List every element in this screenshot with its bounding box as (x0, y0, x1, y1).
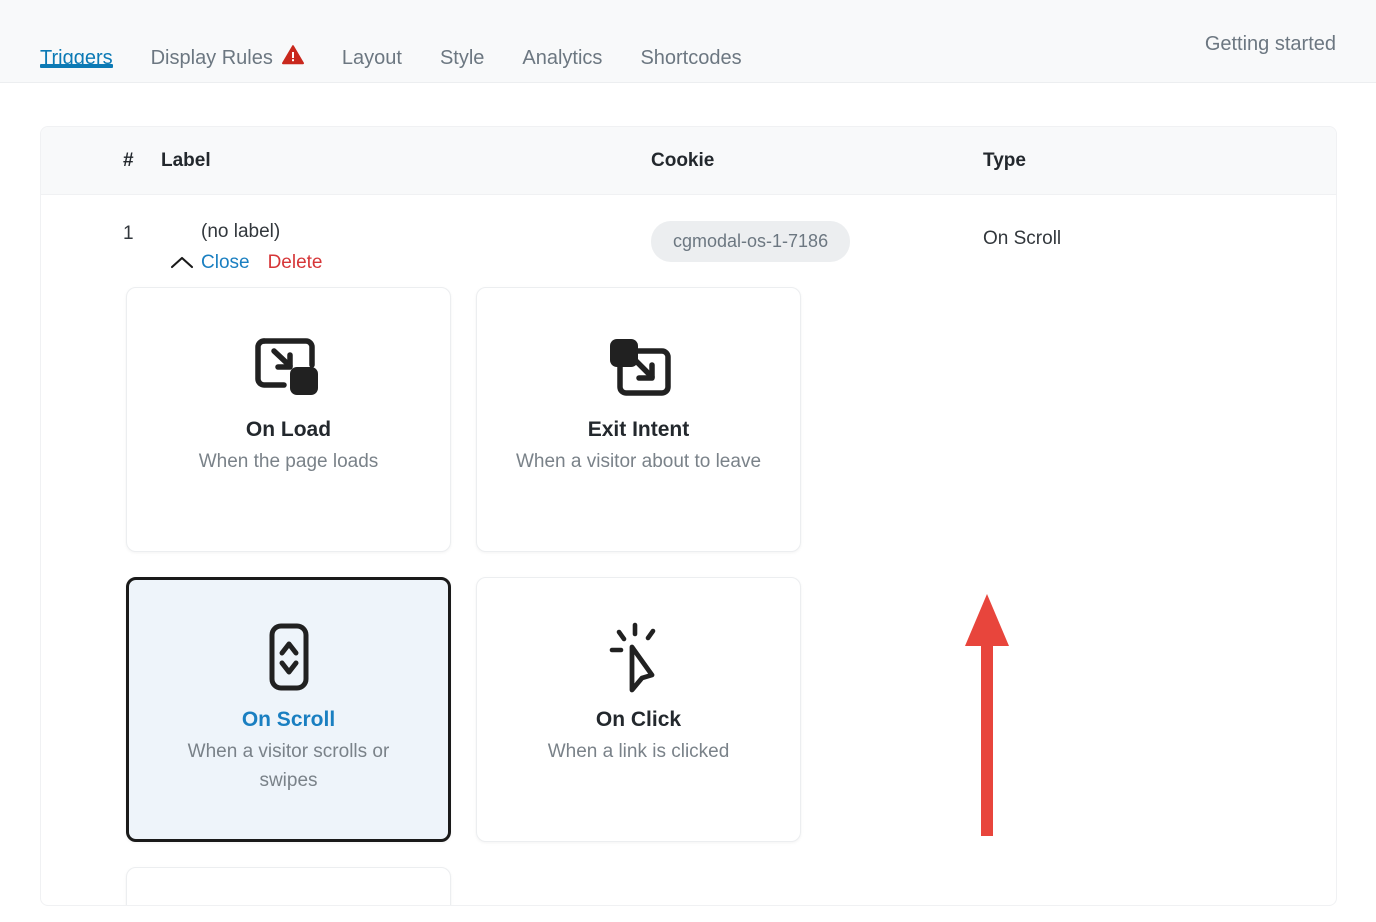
tab-shortcodes-label: Shortcodes (640, 46, 742, 69)
trigger-card-exit-intent[interactable]: Exit Intent When a visitor about to leav… (476, 287, 801, 552)
table-row: 1 (no label) Close Delete cgmodal-os-1-7… (41, 195, 1336, 274)
cursor-click-icon (604, 620, 674, 696)
column-header-label: Label (161, 149, 211, 171)
getting-started-link[interactable]: Getting started (1205, 33, 1336, 56)
trigger-card-on-load[interactable]: On Load When the page loads (126, 287, 451, 552)
top-tab-bar: Triggers Display Rules Layout Style Anal… (0, 0, 1376, 83)
tab-list: Triggers Display Rules Layout Style Anal… (40, 0, 761, 82)
triggers-panel: # Label Cookie Type 1 (no label) Close D… (40, 126, 1337, 906)
close-link[interactable]: Close (201, 252, 250, 274)
tab-layout-label: Layout (341, 46, 402, 69)
trigger-card-description: When a visitor about to leave (515, 451, 762, 472)
column-header-type: Type (983, 149, 1026, 171)
warning-triangle-icon (281, 44, 304, 71)
chevron-up-icon[interactable] (161, 255, 201, 271)
tab-display-rules[interactable]: Display Rules (132, 0, 323, 82)
trigger-card-description: When a link is clicked (547, 741, 730, 762)
row-cookie-cell: cgmodal-os-1-7186 (651, 221, 973, 262)
exit-intent-icon (604, 330, 674, 406)
row-actions: Close Delete (161, 252, 651, 274)
delete-link[interactable]: Delete (268, 252, 323, 274)
tab-style[interactable]: Style (421, 0, 503, 82)
trigger-card-title: On Click (595, 708, 682, 731)
tab-active-underline (40, 64, 113, 68)
cookie-badge: cgmodal-os-1-7186 (651, 221, 851, 262)
column-header-cookie: Cookie (651, 149, 715, 171)
tab-layout[interactable]: Layout (323, 0, 421, 82)
tab-triggers[interactable]: Triggers (40, 0, 132, 82)
trigger-card-on-scroll[interactable]: On Scroll When a visitor scrolls or swip… (126, 577, 451, 842)
table-header-row: # Label Cookie Type (41, 127, 1336, 195)
tab-style-label: Style (439, 46, 485, 69)
trigger-card-on-click[interactable]: On Click When a link is clicked (476, 577, 801, 842)
trigger-card-title: On Scroll (241, 708, 336, 731)
row-number: 1 (123, 223, 134, 244)
tab-display-rules-label: Display Rules (150, 46, 273, 69)
column-header-number: # (123, 149, 134, 171)
tab-analytics[interactable]: Analytics (503, 0, 621, 82)
on-load-icon (254, 330, 324, 406)
row-type: On Scroll (983, 228, 1062, 249)
trigger-card-grid: On Load When the page loads Exit Intent … (41, 287, 1141, 905)
trigger-card-title: On Load (245, 418, 332, 441)
trigger-card-description: When the page loads (198, 451, 379, 472)
row-label-text: (no label) (201, 221, 281, 242)
tab-analytics-label: Analytics (522, 46, 603, 69)
tab-shortcodes[interactable]: Shortcodes (621, 0, 760, 82)
trigger-card-description: When a visitor scrolls or swipes (187, 741, 390, 791)
trigger-card-title: Exit Intent (587, 418, 690, 441)
on-scroll-icon (260, 620, 318, 696)
row-label-cell: (no label) Close Delete (151, 221, 651, 274)
trigger-card-dwell-intent[interactable]: Dwell Intent Works only on the checkout,… (126, 867, 451, 905)
